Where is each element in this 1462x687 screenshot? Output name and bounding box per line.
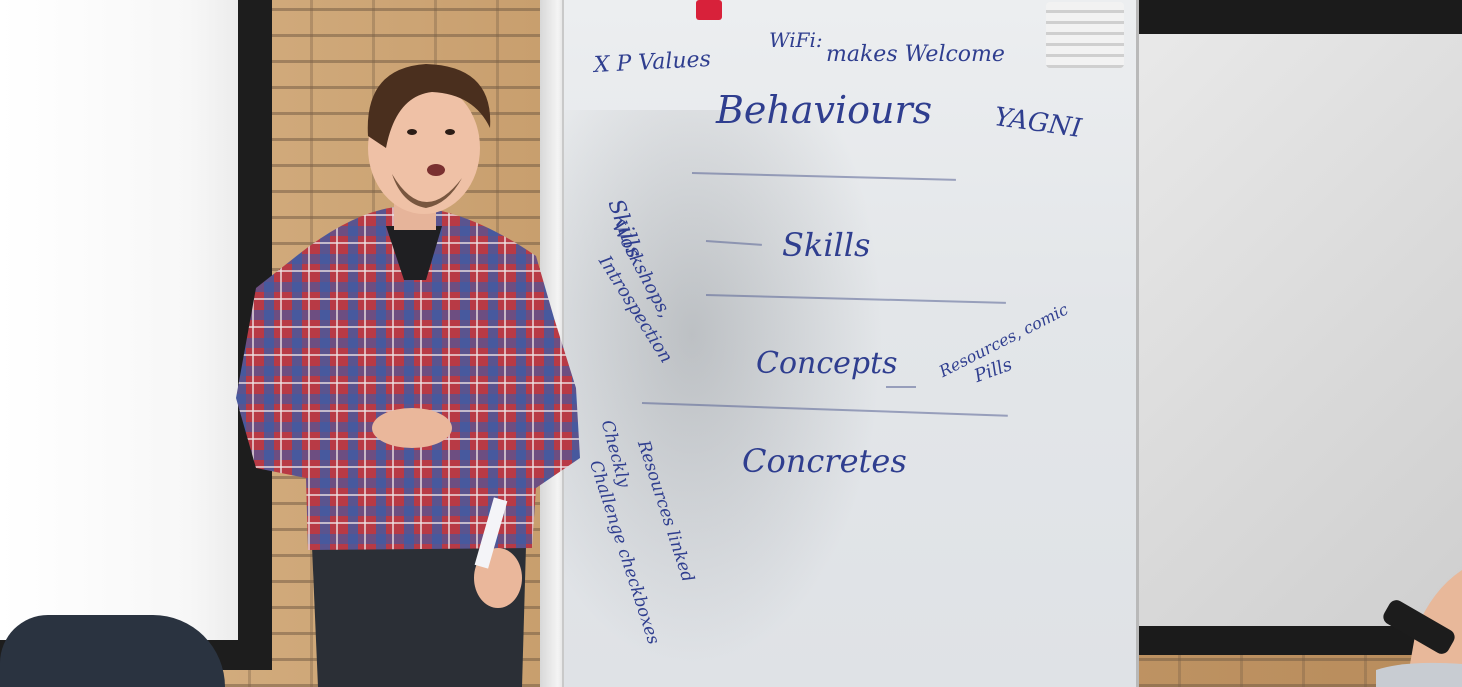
eye-left [407, 129, 417, 135]
projection-screen-right [1122, 0, 1462, 655]
audience-member-right [1376, 570, 1462, 687]
note-skills-main: Skills [782, 226, 871, 264]
audience-member-left [0, 615, 225, 687]
whiteboard: X P Values WiFi: makes Welcome YAGNI Beh… [562, 0, 1139, 687]
audience-sleeve [1376, 662, 1462, 687]
mouth [427, 164, 445, 176]
person-shadow [564, 110, 884, 670]
note-xp-values: X P Values [593, 46, 712, 79]
photo-scene: X P Values WiFi: makes Welcome YAGNI Beh… [0, 0, 1462, 687]
note-yagni: YAGNI [992, 102, 1084, 144]
note-concretes: Concretes [742, 442, 907, 480]
note-makes-welcome: makes Welcome [826, 42, 1005, 67]
note-concepts: Concepts [756, 346, 898, 381]
screen-surface-right [1130, 34, 1462, 626]
note-behaviours: Behaviours [716, 88, 933, 132]
projection-screen-left [0, 0, 272, 670]
screen-surface-left [0, 0, 238, 640]
whiteboard-eraser [1046, 2, 1124, 68]
hand-left [372, 408, 452, 448]
concepts-connector [886, 386, 916, 388]
eye-right [445, 129, 455, 135]
note-wifi: WiFi: [769, 28, 823, 52]
red-magnet [696, 0, 722, 20]
presenter [236, 64, 580, 687]
